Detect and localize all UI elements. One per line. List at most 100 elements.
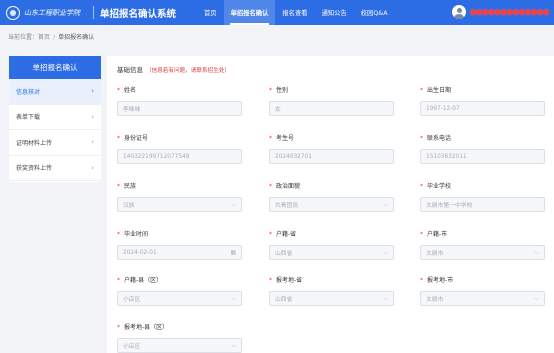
- sidebar-item-label: 信息核对: [16, 88, 41, 96]
- exam-city-select[interactable]: 太原市 ⌵: [420, 291, 545, 306]
- section-title: 基础信息 （信息若有问题，请联系招生处）: [117, 64, 230, 74]
- chevron-down-icon: ⌵: [231, 294, 236, 302]
- field-household-province: * 户籍-省山西省 ⌵: [269, 231, 394, 260]
- field-ethnicity: * 民族汉族 ⌵: [117, 183, 242, 212]
- field-value: 小店区: [123, 297, 141, 303]
- field-value: 140322199712077548: [123, 153, 190, 160]
- name-input[interactable]: 李咪咪: [117, 101, 242, 116]
- required-mark: *: [420, 87, 423, 94]
- id-number-input[interactable]: 140322199712077548: [117, 149, 242, 164]
- school-logo[interactable]: 山东工程职业学院: [6, 5, 90, 20]
- user-menu[interactable]: ●●●●●●●●●●●●●: [452, 5, 549, 19]
- required-mark: *: [420, 231, 423, 238]
- required-mark: *: [420, 183, 423, 190]
- chevron-down-icon: ⌵: [383, 248, 388, 256]
- field-exam-city: * 报考地-市太原市 ⌵: [420, 277, 545, 306]
- field-exam-province: * 报考地-省 山西省 ⌵: [269, 277, 394, 306]
- field-name: * 姓名李咪咪: [117, 87, 242, 116]
- field-value: 李咪咪: [123, 107, 141, 113]
- field-label: * 报考地-市: [420, 277, 545, 285]
- field-graduated-school: * 毕业学校太原市第一中学校: [420, 183, 545, 212]
- graduation-date-input[interactable]: 2024-02-01 ▦: [117, 245, 242, 260]
- field-birth-date: * 出生日期 1997-12-07: [420, 87, 545, 116]
- required-mark: *: [420, 277, 423, 284]
- field-id-number: * 身份证号 140322199712077548: [117, 135, 242, 164]
- breadcrumb-home[interactable]: 首页: [38, 34, 50, 41]
- phone-input[interactable]: 15103632011: [420, 149, 545, 164]
- nav-item-registration-confirm[interactable]: 单招报名确认: [223, 0, 276, 25]
- user-name[interactable]: ●●●●●●●●●●●●●: [470, 8, 549, 16]
- school-name: 山东工程职业学院: [24, 8, 80, 17]
- required-mark: *: [269, 135, 272, 142]
- nav-item-campus-qa[interactable]: 校园Q&A: [354, 0, 395, 25]
- field-value: 15103632011: [426, 153, 467, 160]
- required-mark: *: [117, 231, 120, 238]
- field-value: 女: [275, 107, 281, 113]
- exam-number-input[interactable]: 2024032701: [269, 149, 394, 164]
- field-label: * 户籍-省: [269, 231, 394, 239]
- field-label-text: 政治面貌: [276, 183, 301, 190]
- sidebar-item-proof-upload[interactable]: 证明材料上传 ›: [9, 130, 101, 156]
- calendar-icon: ▦: [230, 249, 236, 256]
- nav-item-registration-view[interactable]: 报名查看: [275, 0, 314, 25]
- exam-province-select[interactable]: 山西省 ⌵: [269, 291, 394, 306]
- field-label: * 毕业时间: [117, 231, 242, 239]
- chevron-right-icon: ›: [91, 163, 94, 172]
- political-status-select[interactable]: 共青团员 ⌵: [269, 197, 394, 212]
- birth-date-input[interactable]: 1997-12-07: [420, 101, 545, 116]
- required-mark: *: [420, 135, 423, 142]
- exam-county-select[interactable]: 小店区 ⌵: [117, 338, 242, 353]
- sidebar-title: 单招报名确认: [9, 56, 101, 79]
- breadcrumb-separator: /: [53, 34, 56, 41]
- section-title-text: 基础信息: [117, 66, 143, 74]
- field-label-text: 联系电话: [427, 135, 452, 142]
- sidebar-item-form-download[interactable]: 表单下载 ›: [9, 105, 101, 130]
- nav-item-notices[interactable]: 通知公告: [315, 0, 354, 25]
- field-label-text: 民族: [124, 183, 137, 190]
- chevron-down-icon: ⌵: [231, 200, 236, 208]
- avatar[interactable]: [452, 5, 466, 19]
- nav-item-home[interactable]: 首页: [197, 0, 224, 25]
- required-mark: *: [117, 324, 120, 331]
- required-mark: *: [269, 231, 272, 238]
- household-county-select[interactable]: 小店区 ⌵: [117, 291, 242, 306]
- gender-input[interactable]: 女: [269, 101, 394, 116]
- field-exam-number: * 考生号 2024032701: [269, 135, 394, 164]
- field-value: 1997-12-07: [426, 105, 460, 112]
- sidebar-item-info-check[interactable]: 信息核对 ›: [9, 79, 101, 105]
- field-label-text: 报考地-市: [427, 277, 454, 284]
- field-political-status: * 政治面貌 共青团员 ⌵: [269, 183, 394, 212]
- field-label: * 报考地-县（区）: [117, 324, 242, 332]
- graduated-school-input[interactable]: 太原市第一中学校: [420, 197, 545, 212]
- ethnicity-select[interactable]: 汉族 ⌵: [117, 197, 242, 212]
- field-label-text: 户籍-省: [276, 231, 297, 238]
- system-title: 单招报名确认系统: [100, 8, 177, 20]
- main-form-panel: 基础信息 （信息若有问题，请联系招生处） * 姓名 李咪咪 * 性别女 * 出生日期 1997-…: [107, 56, 554, 353]
- sidebar: 单招报名确认 信息核对 › 表单下载 › 证明材料上传 › 获奖资料上传 ›: [9, 56, 101, 182]
- field-value: 共青团员: [275, 203, 299, 209]
- sidebar-item-award-upload[interactable]: 获奖资料上传 ›: [9, 156, 101, 181]
- field-label: * 民族: [117, 183, 242, 191]
- chevron-down-icon: ⌵: [231, 341, 236, 349]
- field-value: 太原市: [426, 251, 444, 257]
- field-label-text: 报考地-县（区）: [124, 324, 169, 331]
- main-nav: 首页 单招报名确认 报名查看 通知公告 校园Q&A: [197, 0, 395, 25]
- chevron-down-icon: ⌵: [534, 248, 539, 256]
- field-label: * 联系电话: [420, 135, 545, 143]
- field-value: 小店区: [123, 344, 141, 350]
- required-mark: *: [117, 135, 120, 142]
- header-divider: [93, 6, 94, 19]
- breadcrumb-prefix: 当前位置：: [8, 34, 39, 41]
- field-household-county: * 户籍-县（区） 小店区 ⌵: [117, 277, 242, 306]
- household-province-select[interactable]: 山西省 ⌵: [269, 245, 394, 260]
- sidebar-item-label: 获奖资料上传: [16, 165, 53, 173]
- field-phone: * 联系电话 15103632011: [420, 135, 545, 164]
- household-city-select[interactable]: 太原市 ⌵: [420, 245, 545, 260]
- field-value: 山西省: [275, 251, 293, 257]
- field-label-text: 毕业学校: [427, 183, 452, 190]
- required-mark: *: [269, 277, 272, 284]
- field-label: * 姓名: [117, 87, 242, 95]
- chevron-down-icon: ⌵: [534, 294, 539, 302]
- field-value: 2024032701: [275, 153, 312, 160]
- field-label: * 身份证号: [117, 135, 242, 143]
